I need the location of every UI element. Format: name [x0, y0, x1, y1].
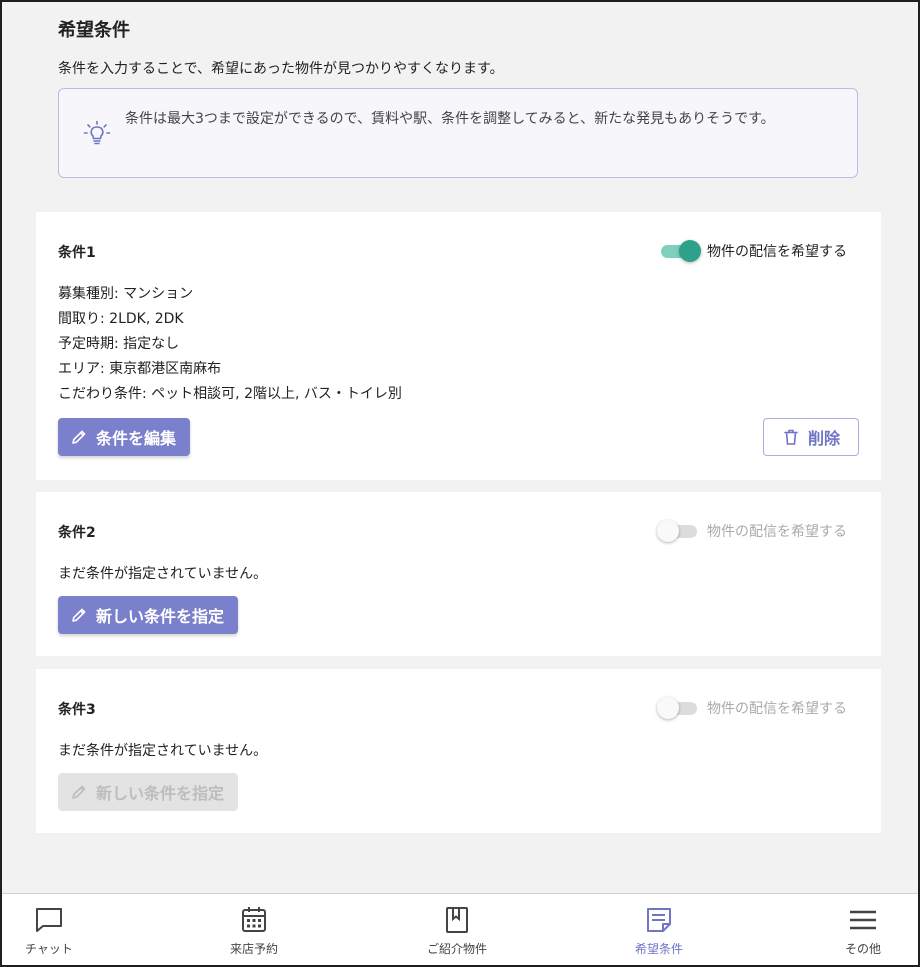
- header-section: 希望条件 条件を入力することで、希望にあった物件が見つかりやすくなります。 条件…: [2, 2, 918, 202]
- empty-condition-text: まだ条件が指定されていません。: [58, 566, 268, 582]
- new-button-label: 新しい条件を指定: [96, 607, 225, 626]
- nav-item-visit-reservation[interactable]: 来店予約: [209, 906, 299, 957]
- edit-condition-button[interactable]: 条件を編集: [58, 418, 191, 456]
- nav-label: その他: [844, 942, 881, 956]
- nav-label: 希望条件: [634, 942, 683, 956]
- empty-condition-text: まだ条件が指定されていません。: [58, 743, 268, 759]
- pencil-icon: [72, 608, 86, 622]
- nav-label: チャット: [25, 942, 73, 956]
- condition-title: 条件2: [58, 525, 96, 541]
- toggle-label: 物件の配信を希望する: [707, 701, 847, 717]
- detail-layout: 間取り: 2LDK, 2DK: [58, 311, 184, 327]
- tip-box: 条件は最大3つまで設定ができるので、賃料や駅、条件を調整してみると、新たな発見も…: [58, 88, 858, 178]
- condition-title: 条件3: [58, 702, 96, 718]
- toggle-switch-on[interactable]: [659, 240, 701, 262]
- page-description: 条件を入力することで、希望にあった物件が見つかりやすくなります。: [58, 61, 504, 77]
- pencil-icon: [72, 785, 86, 799]
- note-icon: [647, 908, 671, 932]
- menu-icon: [850, 910, 876, 930]
- toggle-label: 物件の配信を希望する: [707, 244, 847, 260]
- nav-item-chat[interactable]: チャット: [4, 906, 94, 957]
- tip-text: 条件は最大3つまで設定ができるので、賃料や駅、条件を調整してみると、新たな発見も…: [125, 111, 775, 127]
- toggle-label: 物件の配信を希望する: [707, 524, 847, 540]
- delivery-toggle[interactable]: 物件の配信を希望する: [657, 697, 847, 719]
- app-frame: 希望条件 条件を入力することで、希望にあった物件が見つかりやすくなります。 条件…: [0, 0, 920, 967]
- nav-label: 来店予約: [229, 942, 278, 956]
- delete-condition-button[interactable]: 削除: [763, 418, 859, 456]
- detail-preferences: こだわり条件: ペット相談可, 2階以上, バス・トイレ別: [58, 386, 402, 402]
- detail-schedule: 予定時期: 指定なし: [58, 336, 180, 352]
- delivery-toggle[interactable]: 物件の配信を希望する: [659, 240, 847, 262]
- calendar-icon: [242, 907, 266, 932]
- nav-item-other[interactable]: その他: [818, 906, 908, 957]
- delete-button-label: 削除: [807, 429, 840, 448]
- bottom-navigation: チャット 来店予約 ご紹介物件 希望条件 その他: [2, 893, 918, 965]
- new-condition-button-disabled: 新しい条件を指定: [58, 773, 239, 811]
- condition-title: 条件1: [58, 245, 96, 261]
- condition-card-3: 条件3 物件の配信を希望する まだ条件が指定されていません。 新しい条件を指定: [36, 669, 881, 833]
- nav-label: ご紹介物件: [426, 942, 487, 956]
- chat-icon: [36, 908, 62, 932]
- toggle-switch-off[interactable]: [657, 520, 699, 542]
- delivery-toggle[interactable]: 物件の配信を希望する: [657, 520, 847, 542]
- pencil-icon: [72, 430, 86, 444]
- detail-property-type: 募集種別: マンション: [58, 286, 194, 302]
- condition-details: 募集種別: マンション 間取り: 2LDK, 2DK 予定時期: 指定なし エリ…: [58, 282, 402, 407]
- condition-card-1: 条件1 物件の配信を希望する 募集種別: マンション 間取り: 2LDK, 2D…: [36, 212, 881, 480]
- page-title: 希望条件: [58, 20, 130, 41]
- new-button-label: 新しい条件を指定: [96, 784, 225, 803]
- edit-button-label: 条件を編集: [96, 429, 177, 448]
- new-condition-button[interactable]: 新しい条件を指定: [58, 596, 239, 634]
- trash-icon: [784, 429, 798, 445]
- lightbulb-icon: [83, 120, 111, 145]
- toggle-switch-off[interactable]: [657, 697, 699, 719]
- detail-area: エリア: 東京都港区南麻布: [58, 361, 222, 377]
- nav-item-introduced-properties[interactable]: ご紹介物件: [412, 906, 502, 957]
- bookmark-icon: [446, 907, 468, 933]
- condition-card-2: 条件2 物件の配信を希望する まだ条件が指定されていません。 新しい条件を指定: [36, 492, 881, 656]
- nav-item-wish-conditions[interactable]: 希望条件: [614, 906, 704, 957]
